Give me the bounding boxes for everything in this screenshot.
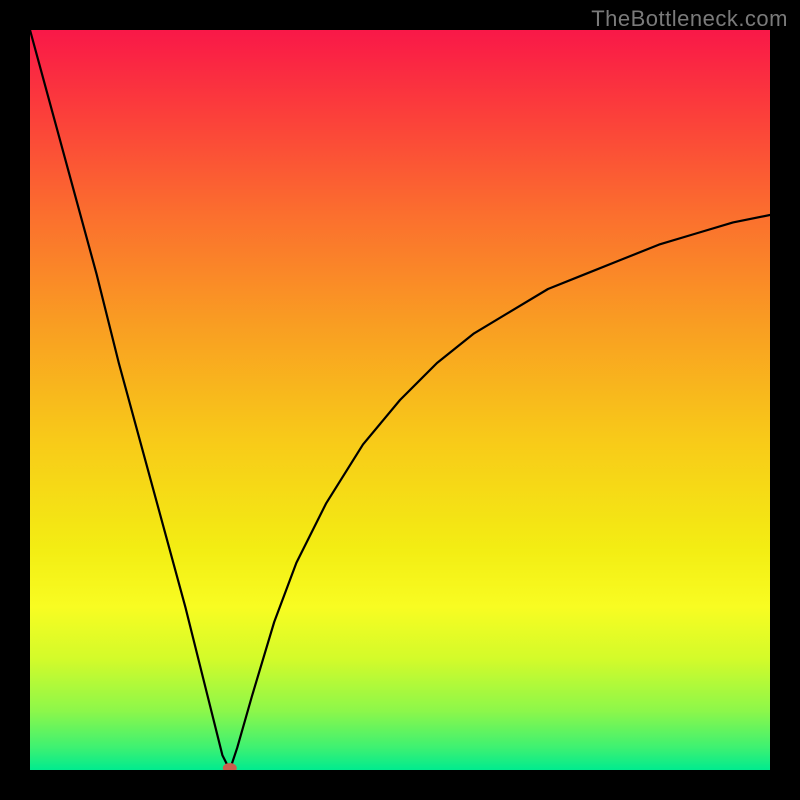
watermark-text: TheBottleneck.com [591, 6, 788, 32]
plot-area [30, 30, 770, 770]
chart-frame: TheBottleneck.com [0, 0, 800, 800]
chart-svg [30, 30, 770, 770]
